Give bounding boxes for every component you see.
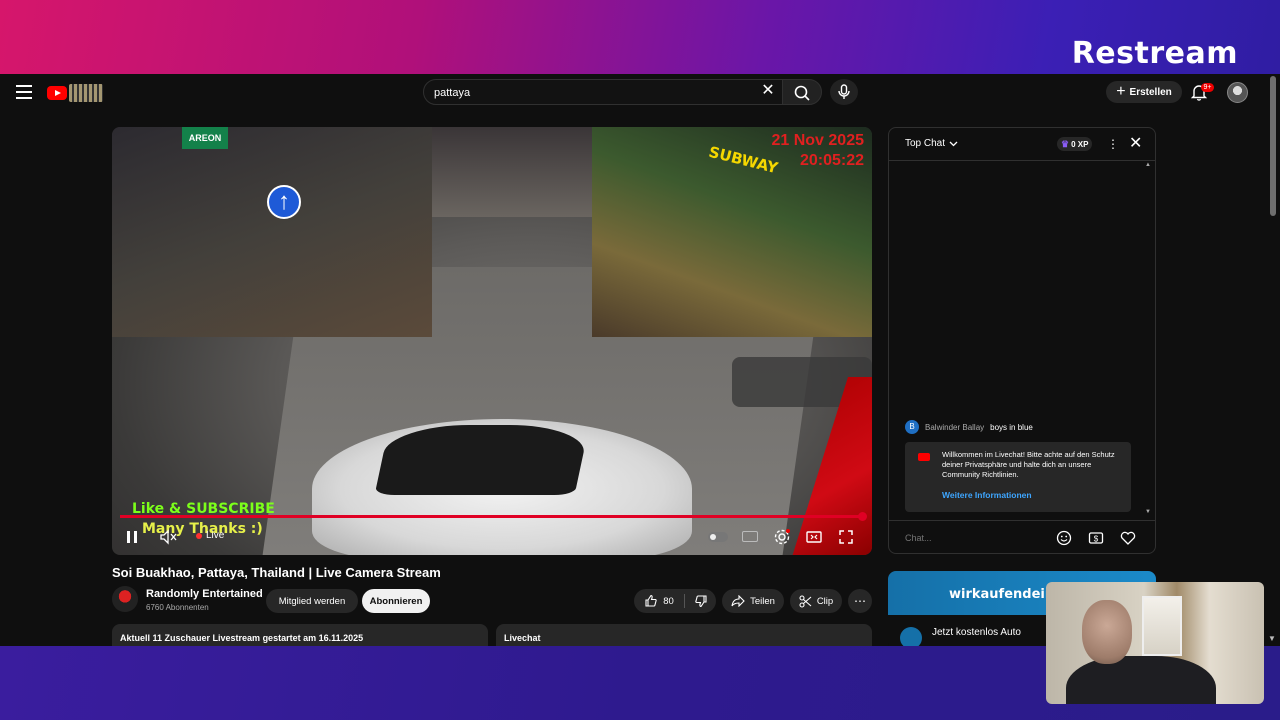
- live-indicator[interactable]: Live: [196, 530, 224, 541]
- plus-icon: +: [1116, 83, 1126, 100]
- page-scrollbar-thumb[interactable]: [1270, 76, 1276, 216]
- live-label: Live: [206, 530, 225, 541]
- voice-search-button[interactable]: [830, 79, 858, 105]
- channel-avatar[interactable]: [112, 586, 138, 612]
- video-timestamp-date: 21 Nov 2025: [771, 132, 864, 149]
- video-player[interactable]: AREON SUBWAY 21 Nov 2025 20:05:22 Like &…: [112, 127, 872, 555]
- chat-more-options-icon[interactable]: ⋮: [1107, 137, 1119, 151]
- share-arrow-icon: [731, 595, 745, 607]
- create-label: Erstellen: [1129, 86, 1172, 98]
- clear-search-icon[interactable]: ✕: [760, 83, 776, 99]
- chat-welcome-notice: Willkommen im Livechat! Bitte achte auf …: [905, 442, 1131, 512]
- pause-icon[interactable]: [122, 527, 142, 547]
- youtube-window: ✕ + Erstellen 9+ ▼ AREON SUBWAY 21 Nov 2…: [0, 74, 1280, 646]
- chat-message-avatar[interactable]: B: [905, 420, 919, 434]
- top-bar: ✕ + Erstellen 9+: [0, 74, 1280, 110]
- chat-input[interactable]: [905, 529, 1045, 547]
- youtube-icon: [918, 453, 930, 461]
- clip-label: Clip: [816, 595, 834, 607]
- xp-badge[interactable]: ♛ 0 XP: [1057, 137, 1093, 151]
- account-avatar[interactable]: [1227, 82, 1248, 103]
- chat-scroll-up-icon[interactable]: ▲: [1145, 162, 1151, 168]
- menu-icon[interactable]: [16, 85, 32, 99]
- video-scene-car-window: [374, 425, 590, 495]
- thumbs-down-icon: [695, 595, 707, 608]
- ad-text: Jetzt kostenlos Auto: [932, 627, 1021, 638]
- more-actions-icon[interactable]: ⋯: [848, 589, 872, 613]
- share-button[interactable]: Teilen: [722, 589, 784, 613]
- xp-label: 0 XP: [1071, 139, 1089, 149]
- chat-message: B Balwinder Ballay boys in blue: [905, 420, 1033, 434]
- super-chat-icon[interactable]: $: [1087, 529, 1105, 547]
- like-count: 80: [663, 595, 674, 607]
- theater-mode-icon[interactable]: [804, 527, 824, 547]
- chat-close-icon[interactable]: ✕: [1129, 135, 1142, 153]
- video-timestamp-time: 20:05:22: [799, 152, 864, 169]
- webcam-person-body: [1066, 656, 1216, 704]
- search-box: [423, 79, 783, 105]
- ad-brand: wirkaufendein: [949, 587, 1055, 602]
- like-divider: [684, 594, 685, 608]
- share-label: Teilen: [750, 595, 775, 607]
- chat-mode-dropdown[interactable]: Top Chat: [905, 138, 958, 149]
- ad-logo: [900, 627, 922, 646]
- like-dislike-group: 80: [634, 589, 716, 613]
- description-box[interactable]: Aktuell 11 Zuschauer Livestream gestarte…: [112, 624, 488, 646]
- video-timestamp: 21 Nov 2025 20:05:22: [771, 131, 864, 171]
- dislike-button[interactable]: [686, 589, 716, 613]
- chevron-down-icon: [949, 141, 958, 146]
- doodle-icon: [69, 84, 103, 102]
- svg-text:$: $: [1094, 535, 1099, 544]
- chat-message-text: boys in blue: [990, 422, 1033, 432]
- clip-button[interactable]: Clip: [790, 589, 842, 613]
- search-icon: [794, 85, 810, 101]
- channel-subscriber-count: 6760 Abonnenten: [146, 603, 209, 612]
- subtitles-icon[interactable]: [742, 531, 758, 542]
- join-button[interactable]: Mitglied werden: [266, 589, 358, 613]
- webcam-window-background: [1142, 596, 1182, 656]
- youtube-play-icon: [47, 86, 67, 100]
- chat-message-author[interactable]: Balwinder Ballay: [925, 423, 984, 432]
- welcome-text: Willkommen im Livechat! Bitte achte auf …: [942, 450, 1115, 479]
- mute-icon[interactable]: [158, 527, 178, 547]
- live-dot-icon: [196, 532, 202, 539]
- one-way-sign-icon: [267, 185, 301, 219]
- video-title: Soi Buakhao, Pattaya, Thailand | Live Ca…: [112, 565, 441, 580]
- live-chat-panel: Top Chat ♛ 0 XP ⋮ ✕ ▲ B Balwinder Ballay…: [888, 127, 1156, 554]
- video-progress-scrubber[interactable]: [858, 512, 867, 521]
- video-street-sign: AREON: [182, 127, 228, 149]
- video-scene-left-buildings: [112, 127, 432, 337]
- livechat-box[interactable]: Livechat: [496, 624, 872, 646]
- settings-gear-icon[interactable]: [772, 527, 792, 547]
- video-progress-bar[interactable]: [120, 515, 864, 518]
- chat-mode-label: Top Chat: [905, 138, 946, 149]
- scroll-down-arrow-icon[interactable]: ▼: [1268, 634, 1276, 643]
- chat-scroll-down-icon[interactable]: ▼: [1145, 509, 1151, 515]
- webcam-overlay: [1046, 582, 1264, 704]
- heart-icon[interactable]: [1119, 529, 1137, 547]
- more-info-link[interactable]: Weitere Informationen: [942, 490, 1032, 500]
- create-button[interactable]: + Erstellen: [1106, 81, 1182, 103]
- restream-logo: Restream: [1071, 36, 1238, 71]
- thumbs-up-icon: [645, 594, 657, 607]
- crown-icon: ♛: [1061, 138, 1070, 149]
- autoplay-toggle[interactable]: [708, 532, 728, 542]
- notification-count-badge: 9+: [1201, 83, 1214, 92]
- like-button[interactable]: 80: [634, 589, 684, 613]
- fullscreen-icon[interactable]: [836, 527, 856, 547]
- youtube-logo[interactable]: [47, 84, 105, 102]
- scissors-icon: [799, 594, 812, 608]
- chat-footer: $: [889, 520, 1155, 554]
- microphone-icon: [838, 84, 850, 99]
- search-button[interactable]: [782, 79, 822, 105]
- search-input[interactable]: [434, 84, 754, 102]
- subscribe-button[interactable]: Abonnieren: [362, 589, 430, 613]
- emoji-icon[interactable]: [1055, 529, 1073, 547]
- chat-header: Top Chat ♛ 0 XP ⋮ ✕: [889, 128, 1155, 161]
- video-scene-street-end: [432, 127, 592, 217]
- channel-name[interactable]: Randomly Entertained: [146, 588, 263, 600]
- webcam-person-head: [1082, 600, 1132, 664]
- webcam-person: [1066, 600, 1216, 704]
